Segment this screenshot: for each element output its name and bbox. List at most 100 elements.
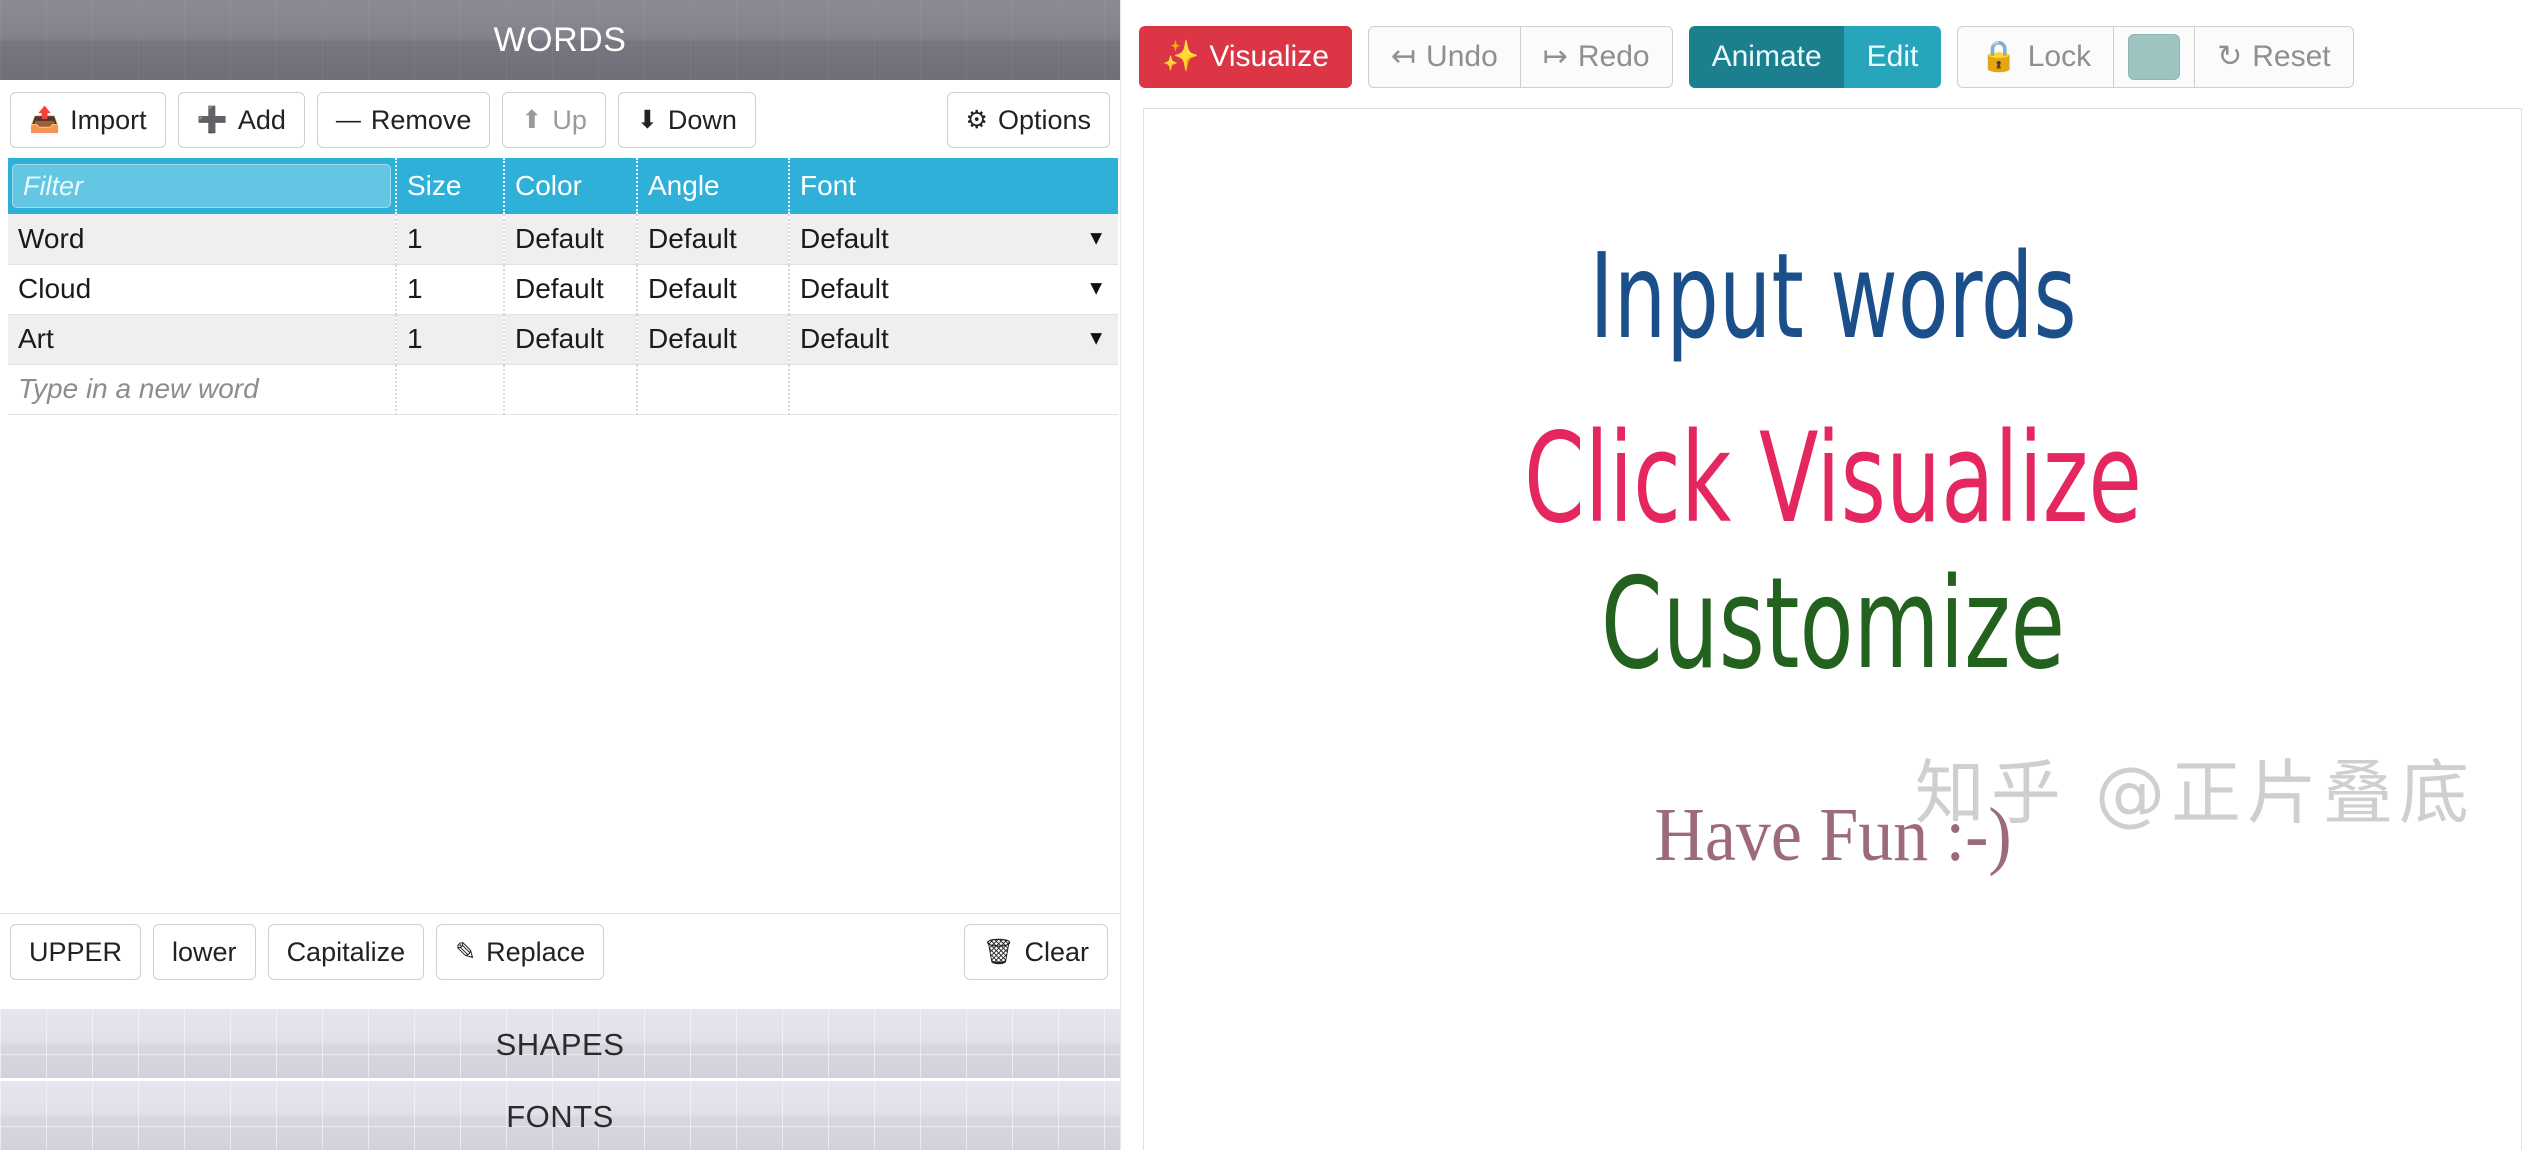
words-panel-title: WORDS bbox=[493, 21, 627, 59]
remove-button[interactable]: — Remove bbox=[316, 92, 491, 148]
cell-color[interactable]: Default bbox=[504, 264, 638, 315]
reset-button-label: Reset bbox=[2252, 40, 2331, 73]
history-group: ↤ Undo ↦ Redo bbox=[1367, 26, 1673, 88]
cell-font-value: Default bbox=[800, 273, 889, 304]
background-color-button[interactable] bbox=[2113, 26, 2196, 88]
move-up-button-label: Up bbox=[552, 104, 587, 135]
clear-button-label: Clear bbox=[1024, 936, 1089, 967]
filter-column-header bbox=[8, 158, 397, 214]
visualize-button-label: Visualize bbox=[1209, 40, 1329, 73]
section-shapes-label: SHAPES bbox=[495, 1027, 625, 1062]
cloud-word-input-words[interactable]: Input words bbox=[1589, 237, 2076, 355]
cell-size[interactable]: 1 bbox=[396, 264, 505, 315]
chevron-down-icon[interactable]: ▼ bbox=[1086, 328, 1106, 351]
column-header-size[interactable]: Size bbox=[396, 158, 505, 214]
arrow-redo-icon: ↦ bbox=[1542, 40, 1568, 73]
filter-input[interactable] bbox=[12, 164, 391, 208]
refresh-icon: ↻ bbox=[2217, 40, 2243, 73]
new-word-placeholder: Type in a new word bbox=[18, 373, 259, 404]
cell-word[interactable]: Art bbox=[8, 314, 397, 365]
cell-angle[interactable]: Default bbox=[637, 314, 790, 365]
undo-button[interactable]: ↤ Undo bbox=[1367, 26, 1521, 88]
table-row[interactable]: Word 1 Default Default Default ▼ bbox=[8, 214, 1118, 265]
cell-size[interactable]: 1 bbox=[396, 314, 505, 365]
import-button-label: Import bbox=[70, 104, 147, 135]
uppercase-button[interactable]: UPPER bbox=[10, 924, 142, 980]
chevron-down-icon[interactable]: ▼ bbox=[1086, 278, 1106, 301]
lowercase-button[interactable]: lower bbox=[153, 924, 256, 980]
move-down-button[interactable]: ⬇ Down bbox=[617, 92, 756, 148]
replace-button-label: Replace bbox=[486, 936, 586, 967]
words-panel-header[interactable]: WORDS bbox=[0, 0, 1120, 80]
cell-size[interactable]: 1 bbox=[396, 214, 505, 265]
watermark-text: 知乎 @正片叠底 bbox=[1914, 752, 2475, 834]
section-fonts[interactable]: FONTS bbox=[0, 1078, 1120, 1150]
arrow-down-icon: ⬇ bbox=[636, 105, 658, 134]
visualize-group: ✨ Visualize bbox=[1139, 26, 1352, 88]
cell-font[interactable]: Default ▼ bbox=[789, 264, 1118, 315]
lock-icon: 🔒 bbox=[1980, 40, 2018, 73]
words-panel: WORDS 📤 Import ➕ Add — Remove ⬆ Up ⬇ Dow… bbox=[0, 0, 1120, 1150]
visualize-button[interactable]: ✨ Visualize bbox=[1139, 26, 1352, 88]
import-button[interactable]: 📤 Import bbox=[10, 92, 166, 148]
arrow-undo-icon: ↤ bbox=[1390, 40, 1417, 73]
word-cloud-canvas[interactable]: Input words Click Visualize Customize Ha… bbox=[1143, 108, 2522, 1150]
lock-button[interactable]: 🔒 Lock bbox=[1957, 26, 2115, 88]
column-header-color[interactable]: Color bbox=[504, 158, 638, 214]
table-row[interactable]: Art 1 Default Default Default ▼ bbox=[8, 314, 1118, 365]
reset-button[interactable]: ↻ Reset bbox=[2194, 26, 2354, 88]
redo-button[interactable]: ↦ Redo bbox=[1519, 26, 1673, 88]
section-shapes[interactable]: SHAPES bbox=[0, 1006, 1120, 1078]
options-button[interactable]: ⚙ Options bbox=[946, 92, 1110, 148]
section-fonts-label: FONTS bbox=[506, 1099, 614, 1134]
new-word-color-cell[interactable] bbox=[504, 364, 638, 415]
cell-font[interactable]: Default ▼ bbox=[789, 214, 1118, 265]
edit-button-label: Edit bbox=[1866, 40, 1919, 73]
move-down-button-label: Down bbox=[667, 104, 737, 135]
add-button[interactable]: ➕ Add bbox=[177, 92, 305, 148]
plus-icon: ➕ bbox=[196, 105, 228, 134]
uppercase-button-label: UPPER bbox=[29, 936, 123, 967]
chevron-down-icon[interactable]: ▼ bbox=[1086, 227, 1106, 250]
new-word-cell[interactable]: Type in a new word bbox=[8, 364, 397, 415]
new-word-font-cell[interactable] bbox=[789, 364, 1118, 415]
magic-wand-icon: ✨ bbox=[1162, 40, 1200, 73]
cloud-word-click-visualize[interactable]: Click Visualize bbox=[1524, 417, 2142, 541]
animate-button[interactable]: Animate bbox=[1688, 26, 1845, 88]
minus-icon: — bbox=[335, 105, 361, 134]
undo-button-label: Undo bbox=[1426, 40, 1498, 73]
cell-color[interactable]: Default bbox=[504, 214, 638, 265]
clear-button[interactable]: 🗑 Clear bbox=[963, 924, 1108, 980]
capitalize-button[interactable]: Capitalize bbox=[267, 924, 425, 980]
canvas-tools-group: 🔒 Lock ↻ Reset bbox=[1957, 26, 2354, 88]
cell-font-value: Default bbox=[800, 222, 889, 254]
app-root: WORDS 📤 Import ➕ Add — Remove ⬆ Up ⬇ Dow… bbox=[0, 0, 2544, 1150]
canvas-toolbar: ✨ Visualize ↤ Undo ↦ Redo Animate Edit 🔒… bbox=[1121, 0, 2544, 100]
canvas-panel: ✨ Visualize ↤ Undo ↦ Redo Animate Edit 🔒… bbox=[1120, 0, 2544, 1150]
table-row[interactable]: Cloud 1 Default Default Default ▼ bbox=[8, 264, 1118, 315]
options-button-label: Options bbox=[997, 104, 1091, 135]
new-word-row[interactable]: Type in a new word bbox=[8, 364, 1118, 415]
cell-color[interactable]: Default bbox=[504, 314, 638, 365]
cell-angle[interactable]: Default bbox=[637, 264, 790, 315]
cell-word[interactable]: Cloud bbox=[8, 264, 397, 315]
column-header-font[interactable]: Font bbox=[789, 158, 1118, 214]
trash-icon: 🗑 bbox=[982, 937, 1015, 966]
words-table-body: Word 1 Default Default Default ▼ Cloud 1… bbox=[8, 214, 1118, 415]
cell-angle[interactable]: Default bbox=[637, 214, 790, 265]
new-word-size-cell[interactable] bbox=[396, 364, 505, 415]
cell-word[interactable]: Word bbox=[8, 214, 397, 265]
animate-button-label: Animate bbox=[1711, 40, 1822, 73]
words-table: Size Color Angle Font Word 1 Default Def… bbox=[8, 158, 1118, 415]
replace-button[interactable]: ✎ Replace bbox=[436, 924, 605, 980]
lowercase-button-label: lower bbox=[172, 936, 237, 967]
column-header-angle[interactable]: Angle bbox=[637, 158, 790, 214]
cell-font[interactable]: Default ▼ bbox=[789, 314, 1118, 365]
color-swatch bbox=[2128, 34, 2181, 80]
move-up-button[interactable]: ⬆ Up bbox=[502, 92, 606, 148]
gear-icon: ⚙ bbox=[965, 105, 988, 134]
words-toolbar: 📤 Import ➕ Add — Remove ⬆ Up ⬇ Down ⚙ Op… bbox=[0, 80, 1120, 158]
new-word-angle-cell[interactable] bbox=[637, 364, 790, 415]
edit-button[interactable]: Edit bbox=[1843, 26, 1942, 88]
cloud-word-customize[interactable]: Customize bbox=[1600, 561, 2064, 687]
